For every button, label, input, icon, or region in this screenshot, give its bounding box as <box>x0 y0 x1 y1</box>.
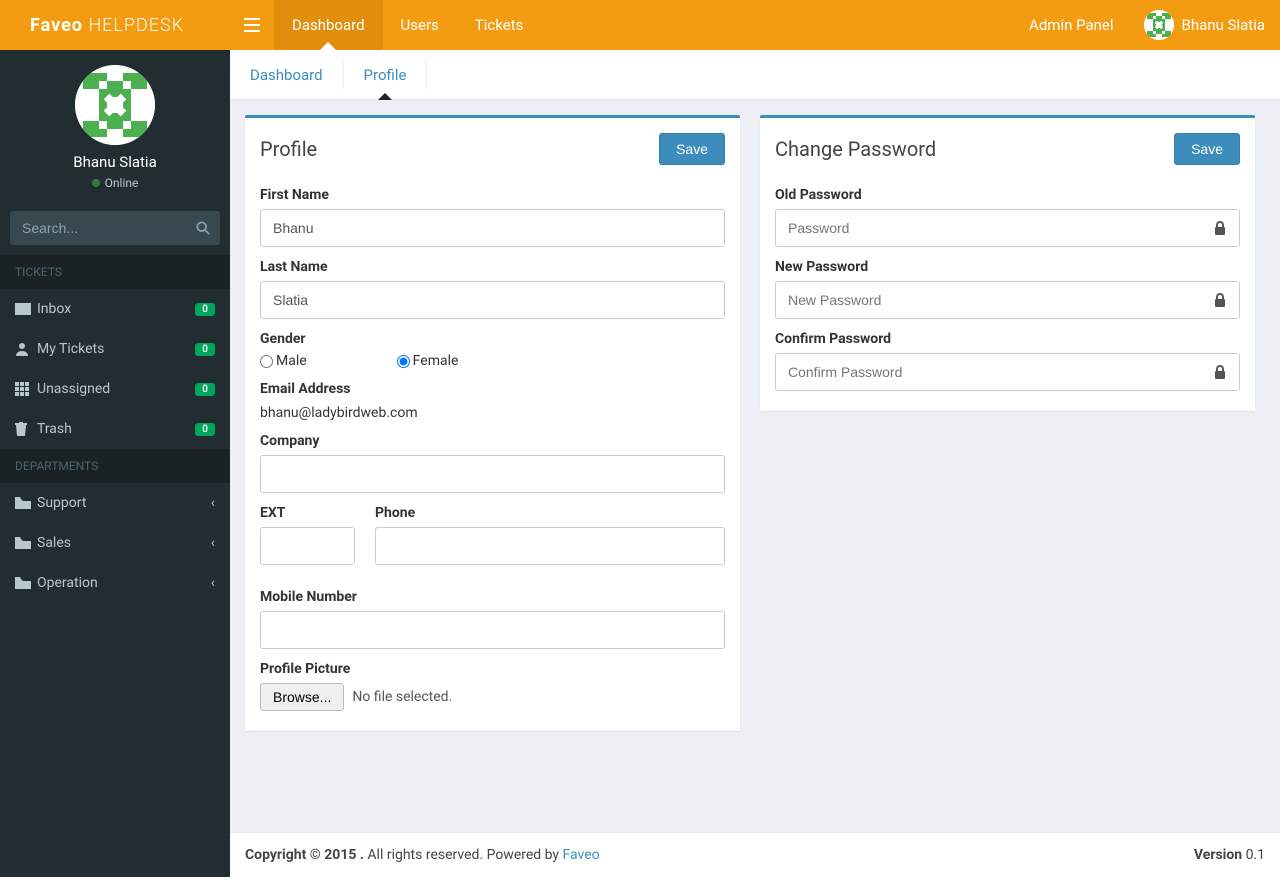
user-name: Bhanu Slatia <box>1182 16 1265 34</box>
user-menu[interactable]: Bhanu Slatia <box>1129 0 1280 50</box>
lock-icon <box>1201 354 1239 390</box>
sidebar-user: Bhanu Slatia Online <box>0 50 230 201</box>
gender-female-radio[interactable] <box>397 355 410 368</box>
password-box: Change Password Save Old Password New Pa… <box>760 115 1255 411</box>
footer-version: 0.1 <box>1242 847 1265 863</box>
sidebar-item-trash[interactable]: Trash 0 <box>0 409 230 449</box>
lock-icon <box>1201 282 1239 318</box>
badge: 0 <box>195 343 215 356</box>
sidebar-toggle[interactable] <box>230 0 274 50</box>
folder-icon <box>15 497 37 509</box>
user-icon <box>15 342 37 356</box>
ext-label: EXT <box>260 505 355 521</box>
badge: 0 <box>195 423 215 436</box>
sidebar-item-support[interactable]: Support ‹ <box>0 483 230 523</box>
logo-text-2: HELPDESK <box>88 15 184 36</box>
folder-icon <box>15 577 37 589</box>
phone-label: Phone <box>375 505 725 521</box>
divider <box>426 60 427 89</box>
new-password-input[interactable] <box>775 281 1240 319</box>
tab-dashboard[interactable]: Dashboard <box>230 50 343 99</box>
password-title: Change Password <box>775 137 936 161</box>
sidebar-header-tickets: TICKETS <box>0 255 230 289</box>
confirm-password-input[interactable] <box>775 353 1240 391</box>
profile-box: Profile Save First Name Last Name Gender <box>245 115 740 731</box>
sidebar: Bhanu Slatia Online TICKETS Inbox 0 My T… <box>0 50 230 877</box>
menu-icon <box>244 18 260 32</box>
phone-input[interactable] <box>375 527 725 565</box>
sidebar-item-sales[interactable]: Sales ‹ <box>0 523 230 563</box>
sidebar-item-unassigned[interactable]: Unassigned 0 <box>0 369 230 409</box>
mobile-input[interactable] <box>260 611 725 649</box>
chevron-left-icon: ‹ <box>211 575 215 591</box>
confirm-password-label: Confirm Password <box>775 331 1240 347</box>
last-name-label: Last Name <box>260 259 725 275</box>
sidebar-user-status: Online <box>10 175 220 191</box>
new-password-label: New Password <box>775 259 1240 275</box>
last-name-input[interactable] <box>260 281 725 319</box>
nav-dashboard[interactable]: Dashboard <box>274 0 383 50</box>
sidebar-item-operation[interactable]: Operation ‹ <box>0 563 230 603</box>
folder-icon <box>15 537 37 549</box>
subnav: Dashboard Profile <box>230 50 1280 100</box>
lock-icon <box>1201 210 1239 246</box>
first-name-label: First Name <box>260 187 725 203</box>
old-password-label: Old Password <box>775 187 1240 203</box>
grid-icon <box>15 382 37 396</box>
status-dot-icon <box>92 179 100 187</box>
email-label: Email Address <box>260 381 725 397</box>
logo[interactable]: Faveo HELPDESK <box>0 0 230 50</box>
browse-button[interactable]: Browse... <box>260 683 344 711</box>
topbar: Faveo HELPDESK Dashboard Users Tickets A… <box>0 0 1280 50</box>
search-icon <box>196 221 210 235</box>
footer-rights: All rights reserved. Powered by <box>364 847 563 863</box>
sidebar-user-name: Bhanu Slatia <box>10 153 220 171</box>
avatar-icon <box>1144 10 1174 40</box>
tab-profile[interactable]: Profile <box>344 50 427 99</box>
gender-label: Gender <box>260 331 725 347</box>
nav-tickets[interactable]: Tickets <box>457 0 542 50</box>
chevron-left-icon: ‹ <box>211 535 215 551</box>
footer-version-label: Version <box>1194 847 1242 863</box>
nav-users[interactable]: Users <box>383 0 457 50</box>
ext-input[interactable] <box>260 527 355 565</box>
password-save-button[interactable]: Save <box>1174 133 1240 165</box>
badge: 0 <box>195 383 215 396</box>
sidebar-header-departments: DEPARTMENTS <box>0 449 230 483</box>
logo-text-1: Faveo <box>30 15 83 36</box>
avatar-icon <box>75 65 155 145</box>
envelope-icon <box>15 303 37 315</box>
main: Dashboard Profile Profile Save First Nam… <box>230 50 1280 877</box>
footer-link[interactable]: Faveo <box>563 847 600 863</box>
trash-icon <box>15 422 37 436</box>
profile-save-button[interactable]: Save <box>659 133 725 165</box>
footer: Copyright © 2015 . All rights reserved. … <box>230 832 1280 877</box>
picture-label: Profile Picture <box>260 661 725 677</box>
chevron-left-icon: ‹ <box>211 495 215 511</box>
first-name-input[interactable] <box>260 209 725 247</box>
sidebar-item-inbox[interactable]: Inbox 0 <box>0 289 230 329</box>
badge: 0 <box>195 303 215 316</box>
mobile-label: Mobile Number <box>260 589 725 605</box>
top-nav: Dashboard Users Tickets <box>274 0 541 50</box>
sidebar-item-my-tickets[interactable]: My Tickets 0 <box>0 329 230 369</box>
gender-male-option[interactable]: Male <box>260 353 307 369</box>
footer-copyright: Copyright © 2015 . <box>245 847 364 863</box>
company-label: Company <box>260 433 725 449</box>
search-button[interactable] <box>186 211 220 245</box>
email-value: bhanu@ladybirdweb.com <box>260 403 725 421</box>
gender-male-radio[interactable] <box>260 355 273 368</box>
profile-title: Profile <box>260 137 317 161</box>
gender-female-option[interactable]: Female <box>397 353 459 369</box>
admin-panel-link[interactable]: Admin Panel <box>1014 0 1128 50</box>
top-right: Admin Panel Bhanu Slatia <box>1014 0 1280 50</box>
sidebar-search <box>10 211 220 245</box>
file-status: No file selected. <box>352 689 452 705</box>
company-input[interactable] <box>260 455 725 493</box>
old-password-input[interactable] <box>775 209 1240 247</box>
